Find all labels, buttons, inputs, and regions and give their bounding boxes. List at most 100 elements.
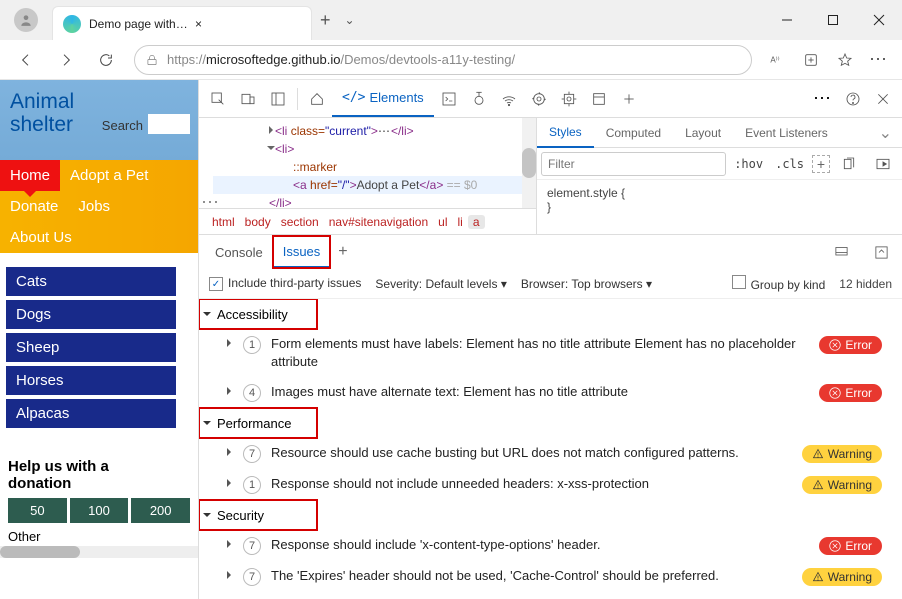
tab-overflow-icon[interactable]: ⌄: [339, 13, 361, 27]
browser-menu-button[interactable]: ⋯: [862, 44, 896, 76]
performance-tab-icon[interactable]: [524, 84, 554, 114]
profile-avatar[interactable]: [14, 8, 38, 32]
bc-section[interactable]: section: [276, 215, 324, 229]
favorite-icon[interactable]: [828, 44, 862, 76]
more-tabs-icon[interactable]: [614, 84, 644, 114]
cat-dogs[interactable]: Dogs: [6, 300, 176, 329]
styles-tab[interactable]: Styles: [537, 118, 594, 148]
maximize-button[interactable]: [810, 0, 856, 40]
help-icon[interactable]: [838, 84, 868, 114]
nav-home[interactable]: Home: [0, 160, 60, 191]
cat-sheep[interactable]: Sheep: [6, 333, 176, 362]
url-path: /Demos/devtools-a11y-testing/: [340, 52, 515, 67]
drawer-dock-icon[interactable]: [826, 237, 856, 267]
edge-icon: [63, 15, 81, 33]
memory-tab-icon[interactable]: [554, 84, 584, 114]
welcome-tab-icon[interactable]: [302, 84, 332, 114]
forward-button[interactable]: [46, 44, 86, 76]
donate-50[interactable]: 50: [8, 498, 67, 523]
network-tab-icon[interactable]: [494, 84, 524, 114]
bc-li[interactable]: li: [452, 215, 467, 229]
devtools-toolbar: </>Elements ⋯: [199, 80, 902, 118]
drawer-add-tab[interactable]: +: [330, 243, 355, 261]
nav-about[interactable]: About Us: [0, 222, 82, 253]
nav-adopt[interactable]: Adopt a Pet: [60, 160, 158, 191]
severity-filter[interactable]: Severity: Default levels: [375, 277, 506, 291]
panel-layout-icon[interactable]: [263, 84, 293, 114]
horizontal-scrollbar[interactable]: [0, 546, 198, 558]
nav-jobs[interactable]: Jobs: [68, 191, 120, 222]
browser-filter[interactable]: Browser: Top browsers: [521, 277, 652, 291]
event-listeners-tab[interactable]: Event Listeners: [733, 118, 840, 148]
bc-ul[interactable]: ul: [433, 215, 452, 229]
sources-tab-icon[interactable]: [464, 84, 494, 114]
cat-alpacas[interactable]: Alpacas: [6, 399, 176, 428]
cls-toggle[interactable]: .cls: [771, 157, 808, 171]
dom-tree[interactable]: ⋯ <li class="current">⋯</li> <li> ::mark…: [199, 118, 536, 208]
error-badge: Error: [819, 537, 882, 555]
close-devtools[interactable]: [868, 84, 898, 114]
styles-overflow-icon[interactable]: ⌄: [869, 123, 902, 143]
help-heading: Help us with adonation: [8, 458, 190, 492]
bc-nav[interactable]: nav#sitenavigation: [324, 215, 433, 229]
bc-body[interactable]: body: [240, 215, 276, 229]
address-bar[interactable]: https:// microsoftedge.github.io /Demos/…: [134, 45, 752, 75]
issue-row[interactable]: 1Form elements must have labels: Element…: [199, 329, 902, 377]
new-rule-button[interactable]: +: [812, 155, 830, 173]
issue-row[interactable]: 1Response should not include unneeded he…: [199, 469, 902, 500]
error-badge: Error: [819, 336, 882, 354]
category-accessibility[interactable]: Accessibility: [199, 299, 317, 329]
layout-tab[interactable]: Layout: [673, 118, 733, 148]
device-toggle-icon[interactable]: [233, 84, 263, 114]
donate-200[interactable]: 200: [131, 498, 190, 523]
computed-tab[interactable]: Computed: [594, 118, 673, 148]
address-bar-row: https:// microsoftedge.github.io /Demos/…: [0, 40, 902, 80]
warning-badge: Warning: [802, 476, 882, 494]
hov-toggle[interactable]: :hov: [730, 157, 767, 171]
devtools-drawer: Console Issues + ✓Include third-party is…: [199, 234, 902, 599]
read-aloud-icon[interactable]: A⁾⁾: [760, 44, 794, 76]
issue-row[interactable]: 7The 'Expires' header should not be used…: [199, 561, 902, 592]
console-tab-icon[interactable]: [434, 84, 464, 114]
lock-icon: [145, 53, 159, 67]
new-tab-button[interactable]: +: [312, 10, 339, 31]
application-tab-icon[interactable]: [584, 84, 614, 114]
minimize-button[interactable]: [764, 0, 810, 40]
bc-html[interactable]: html: [207, 215, 240, 229]
close-tab-icon[interactable]: ×: [191, 17, 301, 31]
cat-cats[interactable]: Cats: [6, 267, 176, 296]
bc-a[interactable]: a: [468, 215, 485, 229]
collections-icon[interactable]: [794, 44, 828, 76]
back-button[interactable]: [6, 44, 46, 76]
styles-panel: Styles Computed Layout Event Listeners ⌄…: [537, 118, 902, 234]
style-rules[interactable]: element.style { }: [537, 180, 902, 234]
donate-100[interactable]: 100: [70, 498, 129, 523]
category-performance[interactable]: Performance: [199, 408, 317, 438]
close-window-button[interactable]: [856, 0, 902, 40]
error-badge: Error: [819, 384, 882, 402]
styles-pane-icon[interactable]: [868, 149, 898, 179]
browser-tab[interactable]: Demo page with accessibility iss… ×: [52, 6, 312, 40]
refresh-button[interactable]: [86, 44, 126, 76]
issues-drawer-tab[interactable]: Issues: [273, 236, 331, 268]
styles-filter-input[interactable]: [541, 152, 726, 176]
breadcrumb-overflow-icon[interactable]: ⋯: [201, 192, 221, 208]
search-input[interactable]: [148, 114, 190, 134]
include-thirdparty-checkbox[interactable]: ✓Include third-party issues: [209, 276, 361, 292]
search-label: Search: [102, 118, 143, 133]
devtools-menu[interactable]: ⋯: [808, 84, 838, 114]
category-security[interactable]: Security: [199, 500, 317, 530]
issue-row[interactable]: 7Resource should use cache busting but U…: [199, 438, 902, 469]
console-drawer-tab[interactable]: Console: [205, 236, 273, 268]
issue-row[interactable]: 7Response should include 'x-content-type…: [199, 530, 902, 561]
elements-tab[interactable]: </>Elements: [332, 81, 434, 117]
inspect-icon[interactable]: [203, 84, 233, 114]
warning-badge: Warning: [802, 568, 882, 586]
cat-horses[interactable]: Horses: [6, 366, 176, 395]
dom-scrollbar[interactable]: [522, 118, 536, 208]
issue-row[interactable]: 4Images must have alternate text: Elemen…: [199, 377, 902, 408]
styles-copy-icon[interactable]: [834, 149, 864, 179]
group-by-kind-checkbox[interactable]: Group by kind: [732, 275, 826, 292]
hidden-count[interactable]: 12 hidden: [839, 277, 892, 291]
drawer-expand-icon[interactable]: [866, 237, 896, 267]
